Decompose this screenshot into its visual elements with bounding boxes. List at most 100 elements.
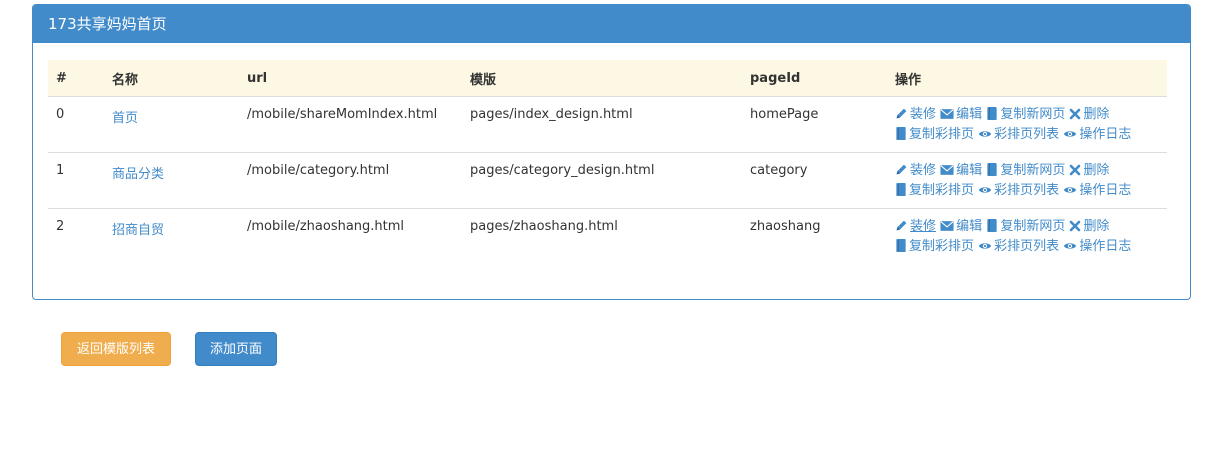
row-name: 商品分类 (104, 152, 239, 209)
pencil-icon (895, 163, 910, 178)
op-label: 编辑 (956, 219, 983, 234)
op-label: 彩排页列表 (994, 239, 1060, 254)
row-url: /mobile/category.html (239, 152, 462, 209)
eye-icon (1063, 239, 1079, 254)
col-ops: 操作 (887, 60, 1167, 97)
op-label: 彩排页列表 (994, 183, 1060, 198)
op-label: 复制彩排页 (909, 183, 975, 198)
page-name-link[interactable]: 商品分类 (112, 167, 164, 182)
op-edit-link[interactable]: 编辑 (940, 163, 982, 178)
row-operations: 装修 编辑 复制新网页 删除 复制彩排页 彩排页列表 操作日志 (895, 161, 1167, 201)
row-template: pages/category_design.html (462, 152, 742, 209)
col-template: 模版 (462, 60, 742, 97)
op-color-list-link[interactable]: 彩排页列表 (978, 239, 1059, 254)
op-copy-color-link[interactable]: 复制彩排页 (895, 183, 974, 198)
row-ops: 装修 编辑 复制新网页 删除 复制彩排页 彩排页列表 操作日志 (887, 209, 1167, 265)
op-decorate-link[interactable]: 装修 (895, 163, 936, 178)
op-label: 删除 (1083, 107, 1110, 122)
op-label: 操作日志 (1079, 183, 1132, 198)
op-label: 删除 (1083, 163, 1110, 178)
envelope-icon (940, 107, 956, 122)
op-label: 编辑 (956, 163, 983, 178)
book-icon (986, 107, 1000, 122)
op-label: 装修 (910, 107, 937, 122)
book-icon (895, 127, 909, 142)
op-edit-link[interactable]: 编辑 (940, 219, 982, 234)
op-copy-color-link[interactable]: 复制彩排页 (895, 239, 974, 254)
row-operations: 装修 编辑 复制新网页 删除 复制彩排页 彩排页列表 操作日志 (895, 105, 1167, 145)
row-url: /mobile/zhaoshang.html (247, 219, 405, 234)
op-copy-new-link[interactable]: 复制新网页 (986, 163, 1065, 178)
op-op-log-link[interactable]: 操作日志 (1063, 183, 1131, 198)
eye-icon (978, 183, 994, 198)
col-pageid: pageId (742, 60, 887, 97)
op-copy-new-link[interactable]: 复制新网页 (986, 219, 1065, 234)
envelope-icon (940, 219, 956, 234)
row-ops: 装修 编辑 复制新网页 删除 复制彩排页 彩排页列表 操作日志 (887, 96, 1167, 153)
op-label: 彩排页列表 (994, 127, 1060, 142)
op-op-log-link[interactable]: 操作日志 (1063, 239, 1131, 254)
op-label: 操作日志 (1079, 239, 1132, 254)
op-color-list-link[interactable]: 彩排页列表 (978, 183, 1059, 198)
envelope-icon (940, 163, 956, 178)
op-edit-link[interactable]: 编辑 (940, 107, 982, 122)
col-name: 名称 (104, 60, 239, 97)
row-pageid: zhaoshang (750, 219, 821, 234)
eye-icon (1063, 127, 1079, 142)
panel-title: 173共享妈妈首页 (33, 5, 1190, 43)
op-label: 复制新网页 (1000, 163, 1066, 178)
row-ops: 装修 编辑 复制新网页 删除 复制彩排页 彩排页列表 操作日志 (887, 152, 1167, 209)
row-index: 2 (56, 219, 65, 234)
eye-icon (1063, 183, 1079, 198)
page-panel: 173共享妈妈首页 # 名称 url 模版 pageId 操作 0 首页/mobi… (32, 4, 1191, 300)
add-page-button[interactable]: 添加页面 (195, 332, 277, 366)
row-index: 0 (48, 96, 104, 153)
op-copy-new-link[interactable]: 复制新网页 (986, 107, 1065, 122)
op-label: 装修 (910, 219, 937, 234)
op-copy-color-link[interactable]: 复制彩排页 (895, 127, 974, 142)
page-name-link[interactable]: 招商自贸 (112, 223, 164, 238)
eye-icon (978, 239, 994, 254)
table-row: 1 商品分类/mobile/category.html pages/category… (48, 152, 1167, 209)
op-label: 复制新网页 (1000, 107, 1066, 122)
pencil-icon (895, 219, 910, 234)
eye-icon (978, 127, 994, 142)
op-color-list-link[interactable]: 彩排页列表 (978, 127, 1059, 142)
op-label: 装修 (910, 163, 937, 178)
close-icon (1069, 219, 1083, 234)
col-index: # (48, 60, 104, 97)
row-template: pages/index_design.html (462, 96, 742, 153)
book-icon (895, 239, 909, 254)
op-delete-link[interactable]: 删除 (1069, 107, 1109, 122)
op-label: 复制彩排页 (909, 239, 975, 254)
op-label: 复制彩排页 (909, 127, 975, 142)
op-decorate-link[interactable]: 装修 (895, 219, 936, 234)
pages-table: # 名称 url 模版 pageId 操作 0 首页/mobile/shareMo… (48, 60, 1167, 265)
close-icon (1069, 107, 1083, 122)
table-header-row: # 名称 url 模版 pageId 操作 (48, 60, 1167, 97)
page-name-link[interactable]: 首页 (112, 111, 138, 126)
book-icon (986, 219, 1000, 234)
row-index: 1 (48, 152, 104, 209)
row-url: /mobile/shareMomIndex.html (239, 96, 462, 153)
row-operations: 装修 编辑 复制新网页 删除 复制彩排页 彩排页列表 操作日志 (895, 217, 1167, 257)
op-label: 操作日志 (1079, 127, 1132, 142)
col-url: url (239, 60, 462, 97)
back-to-template-list-button[interactable]: 返回模版列表 (61, 332, 171, 366)
table-row: 0 首页/mobile/shareMomIndex.html pages/index… (48, 96, 1167, 153)
row-pageid: category (742, 152, 887, 209)
row-pageid: homePage (742, 96, 887, 153)
book-icon (895, 183, 909, 198)
row-name: 招商自贸 (104, 209, 239, 265)
book-icon (986, 163, 1000, 178)
op-op-log-link[interactable]: 操作日志 (1063, 127, 1131, 142)
op-delete-link[interactable]: 删除 (1069, 219, 1109, 234)
op-label: 删除 (1083, 219, 1110, 234)
close-icon (1069, 163, 1083, 178)
table-row: 2 招商自贸/mobile/zhaoshang.html pages/zhaosha… (48, 209, 1167, 265)
row-template: pages/zhaoshang.html (470, 219, 618, 234)
op-decorate-link[interactable]: 装修 (895, 107, 936, 122)
pencil-icon (895, 107, 910, 122)
op-label: 复制新网页 (1000, 219, 1066, 234)
op-delete-link[interactable]: 删除 (1069, 163, 1109, 178)
